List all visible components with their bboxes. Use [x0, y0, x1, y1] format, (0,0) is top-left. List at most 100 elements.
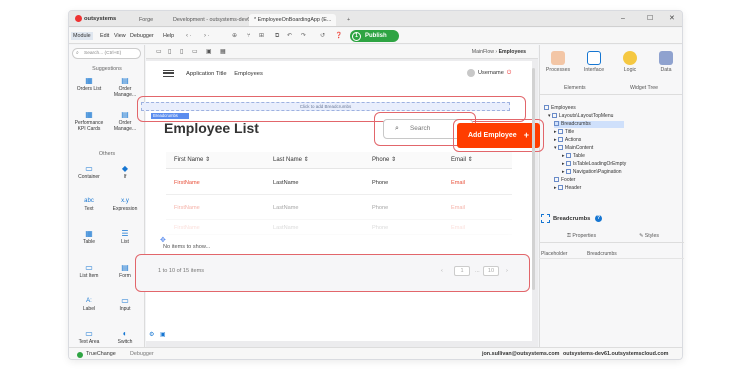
widget-if[interactable]: ◆ If [107, 164, 143, 180]
menu-help[interactable]: Help [163, 32, 174, 40]
widget-text-area[interactable]: ▭ Text Area [71, 329, 107, 345]
menu-edit[interactable]: Edit [100, 32, 109, 40]
column-last-name[interactable]: Last Name ⇕ [273, 152, 309, 169]
list-item-icon: ▭ [85, 263, 93, 272]
tree-node-title[interactable]: ▸ Title [554, 129, 574, 136]
copy-icon[interactable]: ⧉ [275, 31, 279, 41]
add-employee-label: Add Employee [468, 132, 517, 139]
menu-debugger[interactable]: Debugger [130, 32, 154, 40]
column-email[interactable]: Email ⇕ [451, 152, 473, 169]
branch-icon[interactable]: ⑂ [247, 31, 251, 41]
column-phone[interactable]: Phone ⇕ [372, 152, 396, 169]
help-icon[interactable]: ? [595, 215, 602, 222]
tab-styles[interactable]: ✎ Styles [639, 233, 659, 239]
close-button[interactable]: ✕ [669, 13, 675, 25]
widgets-view-icon[interactable]: ▭ [192, 47, 198, 57]
settings-icon[interactable]: ⚙ [149, 331, 154, 338]
publish-button[interactable]: 1 Publish [350, 30, 399, 42]
desktop-view-icon[interactable]: ▭ [156, 47, 162, 57]
undo-icon[interactable]: ↶ [287, 31, 292, 41]
tree-node-table[interactable]: ▸ Table [562, 153, 585, 160]
tree-node-maincontent[interactable]: ▾ MainContent [554, 145, 593, 152]
widget-label[interactable]: A: Label [71, 296, 107, 312]
widget-label: Input [119, 306, 131, 312]
cell-email[interactable]: Email [451, 221, 465, 235]
search-icon: ⌕ [76, 50, 79, 56]
tab-processes[interactable]: Processes [540, 51, 576, 73]
minimize-button[interactable]: – [621, 13, 625, 25]
redo-icon[interactable]: ↷ [301, 31, 306, 41]
cell-first-name[interactable]: FirstName [174, 221, 200, 235]
widget-container[interactable]: ▭ Container [71, 164, 107, 180]
tab-app[interactable]: * EmployeeOnBoardingApp (E... [249, 14, 337, 26]
tab-widget-tree[interactable]: Widget Tree [630, 85, 658, 91]
cell-first-name[interactable]: FirstName [174, 196, 200, 220]
add-employee-button[interactable]: Add Employee + [457, 123, 540, 148]
grid-icon[interactable]: ▦ [220, 47, 226, 57]
widget-table[interactable]: ▦ Table [71, 229, 107, 245]
pagination-next[interactable]: › [506, 266, 508, 276]
tree-node-header[interactable]: ▸ Header [554, 185, 581, 192]
widget-expression[interactable]: x.y Expression [107, 196, 143, 212]
canvas-scrollbar[interactable] [532, 68, 535, 290]
refresh-icon[interactable]: ↺ [320, 31, 325, 41]
tree-node-employees[interactable]: Employees [544, 105, 576, 112]
menu-view[interactable]: View [114, 32, 126, 40]
maximize-button[interactable]: ☐ [647, 13, 653, 25]
tree-node-layout[interactable]: ▾ Layouts\LayoutTopMenu [548, 113, 613, 120]
widget-input[interactable]: ▭ Input [107, 296, 143, 312]
cell-first-name[interactable]: FirstName [174, 171, 200, 195]
pagination-prev[interactable]: ‹ [441, 266, 443, 276]
network-icon[interactable]: ⊕ [232, 31, 237, 41]
tab-elements[interactable]: Elements [564, 85, 586, 91]
suggestion-label: Performance KPI Cards [74, 120, 104, 132]
breadcrumbs-placeholder[interactable]: Click to add Breadcrumbs [141, 102, 510, 111]
widget-switch[interactable]: ◐ Switch [107, 329, 143, 345]
others-heading: Others [98, 151, 116, 157]
suggestion-orders-list[interactable]: ▦ Orders List [71, 76, 107, 92]
tree-node-breadcrumbs[interactable]: Breadcrumbs [554, 121, 624, 128]
layers-icon[interactable]: ▣ [160, 331, 166, 338]
switch-icon: ◐ [122, 329, 128, 338]
pagination-page[interactable]: 1 [454, 266, 470, 276]
compare-icon[interactable]: ⊞ [259, 31, 264, 41]
widget-text[interactable]: abc Text [71, 196, 107, 212]
menu-module[interactable]: Module [71, 32, 93, 40]
cell-last-name: LastName [273, 180, 299, 186]
column-first-name[interactable]: First Name ⇕ [174, 152, 210, 169]
widget-list[interactable]: ☰ List [107, 229, 143, 245]
pagination-last[interactable]: 10 [483, 266, 499, 276]
back-icon[interactable]: ‹ · [186, 31, 192, 41]
suggestion-order-manage-1[interactable]: ▤ Order Manage... [107, 76, 143, 98]
tablet-view-icon[interactable]: ▯ [168, 47, 171, 57]
menu-screen-title[interactable]: Employees [234, 71, 263, 77]
new-tab-button[interactable]: + [347, 14, 350, 26]
widget-list-item[interactable]: ▭ List Item [71, 263, 107, 279]
tab-logic[interactable]: Logic [612, 51, 648, 73]
theme-icon[interactable]: ▣ [206, 47, 212, 57]
tab-forge[interactable]: Forge [139, 14, 153, 26]
menu-icon[interactable] [163, 70, 174, 77]
user-info[interactable]: Username ⏻ [467, 68, 511, 78]
forward-icon[interactable]: › · [204, 31, 210, 41]
tree-node-istableloading[interactable]: ▸ IsTableLoadingOrEmpty [562, 161, 626, 168]
flow-name[interactable]: MainFlow [472, 49, 494, 55]
move-handle-icon[interactable]: ✥ [160, 236, 166, 244]
tab-properties[interactable]: ⚿ Properties [567, 233, 596, 240]
suggestion-performance-kpi[interactable]: ▦ Performance KPI Cards [71, 110, 107, 132]
phone-view-icon[interactable]: ▯ [180, 47, 183, 57]
avatar [467, 68, 475, 77]
tree-node-pagination[interactable]: ▸ Navigation\Pagination [562, 169, 622, 176]
logout-icon[interactable]: ⏻ [507, 70, 511, 76]
tab-data[interactable]: Data [648, 51, 682, 73]
help-icon[interactable]: ❓ [335, 31, 342, 41]
cell-email[interactable]: Email [451, 196, 465, 220]
toolbox-search-input[interactable]: ⌕ Search... (Ctrl+E) [72, 48, 141, 59]
tree-node-actions[interactable]: ▸ Actions [554, 137, 581, 144]
debugger-tab[interactable]: Debugger [130, 348, 154, 359]
tree-node-footer[interactable]: Footer [554, 177, 575, 184]
cell-email[interactable]: Email [451, 171, 465, 195]
property-value[interactable]: Breadcrumbs [587, 251, 617, 257]
tab-interface[interactable]: Interface [576, 51, 612, 73]
truechange-tab[interactable]: TrueChange [86, 348, 116, 359]
